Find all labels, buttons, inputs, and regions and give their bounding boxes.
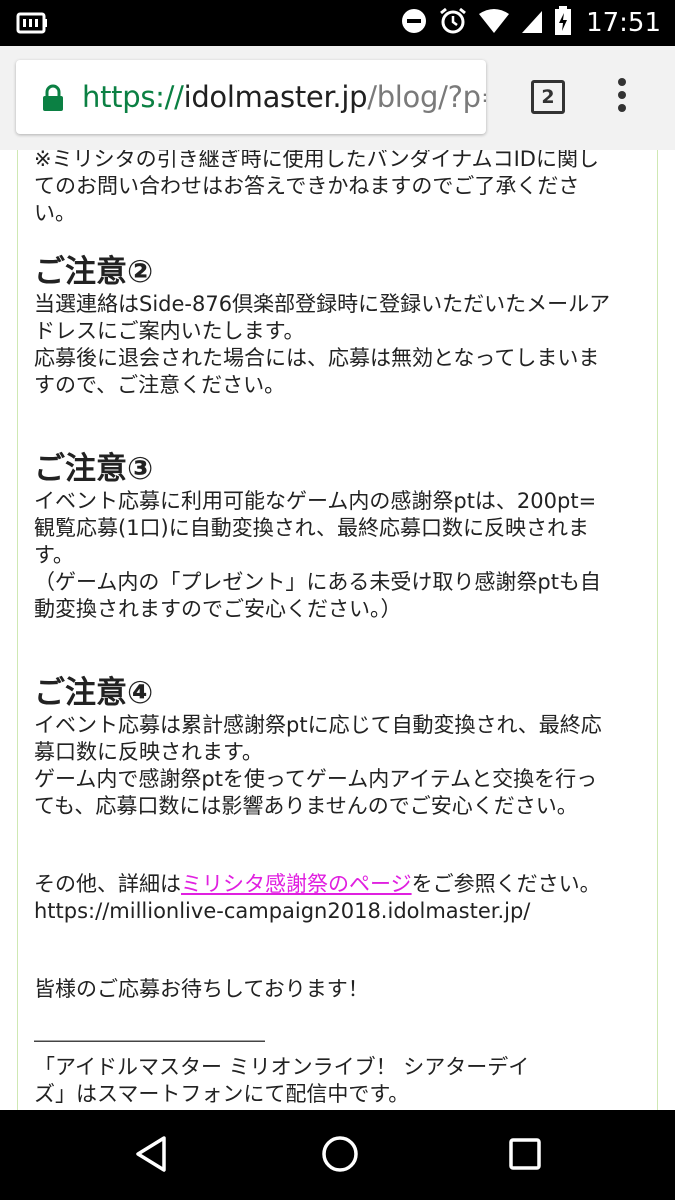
intro-line: い。	[34, 201, 76, 225]
note4-line: ても、応募口数には影響ありませんのでご安心ください。	[34, 794, 578, 818]
url-host: idolmaster.jp	[183, 80, 368, 114]
status-time: 17:51	[586, 8, 661, 38]
note2-heading: ご注意②	[34, 254, 154, 290]
url-bar[interactable]: https://idolmaster.jp/blog/?p=	[16, 60, 486, 134]
closing-message: 皆様のご応募お待ちしております！	[34, 977, 369, 1001]
recents-icon[interactable]	[505, 1132, 545, 1180]
back-icon[interactable]	[130, 1132, 172, 1180]
note3-line: イベント応募に利用可能なゲーム内の感謝祭ptは、200pt=	[34, 489, 597, 513]
note3-line: 動変換されますのでご安心ください。）	[34, 597, 402, 621]
note4-line: ゲーム内で感謝祭ptを使ってゲーム内アイテムと交換を行っ	[34, 767, 598, 791]
note2-line: ドレスにご案内いたします。	[34, 319, 305, 343]
url-scheme: https://	[82, 80, 184, 114]
page-content: ※ミリシタの引き継ぎ時に使用したバンダイナムコIDに関し てのお問い合わせはお答…	[0, 150, 675, 1110]
note4-line: イベント応募は累計感謝祭ptに応じて自動変換され、最終応	[34, 713, 602, 737]
article-body: ※ミリシタの引き継ぎ時に使用したバンダイナムコIDに関し てのお問い合わせはお答…	[34, 150, 644, 1108]
intro-line: ※ミリシタの引き継ぎ時に使用したバンダイナムコIDに関し	[34, 150, 599, 171]
note2-line: 応募後に退会された場合には、応募は無効となってしまいま	[34, 346, 600, 370]
note2-line: すので、ご注意ください。	[34, 373, 286, 397]
note2-line: 当選連絡はSide-876倶楽部登録時に登録いただいたメールア	[34, 292, 611, 316]
note4-heading: ご注意④	[34, 675, 154, 711]
note3-line: す。	[34, 543, 74, 567]
do-not-disturb-icon	[400, 7, 428, 39]
note3-line: （ゲーム内の「プレゼント」にある未受け取り感謝祭ptも自	[34, 570, 601, 594]
cell-signal-icon	[520, 8, 544, 38]
lock-icon	[42, 84, 64, 116]
home-icon[interactable]	[318, 1132, 362, 1180]
note3-heading: ご注意③	[34, 451, 154, 487]
overflow-menu-icon[interactable]	[612, 78, 632, 118]
url-text[interactable]: https://idolmaster.jp/blog/?p=	[82, 79, 486, 115]
battery-saver-icon	[16, 10, 48, 40]
status-bar: 17:51	[0, 0, 675, 46]
details-url: https://millionlive-campaign2018.idolmas…	[34, 899, 531, 923]
intro-line: てのお問い合わせはお答えできかねますのでご了承くださ	[34, 174, 580, 198]
outro-line: ズ」はスマートフォンにて配信中です。	[34, 1082, 410, 1106]
note4-line: 募口数に反映されます。	[34, 740, 263, 764]
url-path: /blog/?p=	[367, 80, 486, 114]
navigation-bar	[0, 1110, 675, 1200]
campaign-page-link[interactable]: ミリシタ感謝祭のページ	[181, 872, 412, 896]
battery-charging-icon	[554, 6, 572, 40]
browser-toolbar: https://idolmaster.jp/blog/?p= 2	[0, 46, 675, 150]
divider-line: ―――――――――――	[34, 1028, 265, 1052]
wifi-icon	[478, 8, 510, 38]
details-line: その他、詳細はミリシタ感謝祭のページをご参照ください。	[34, 871, 644, 898]
details-suffix: をご参照ください。	[411, 872, 601, 896]
note3-line: 観覧応募(1口)に自動変換され、最終応募口数に反映されま	[34, 516, 589, 540]
outro-line: 「アイドルマスター ミリオンライブ！ シアターデイ	[34, 1055, 530, 1079]
tab-switcher-button[interactable]: 2	[531, 80, 565, 114]
alarm-icon	[438, 6, 468, 40]
details-prefix: その他、詳細は	[34, 872, 181, 896]
